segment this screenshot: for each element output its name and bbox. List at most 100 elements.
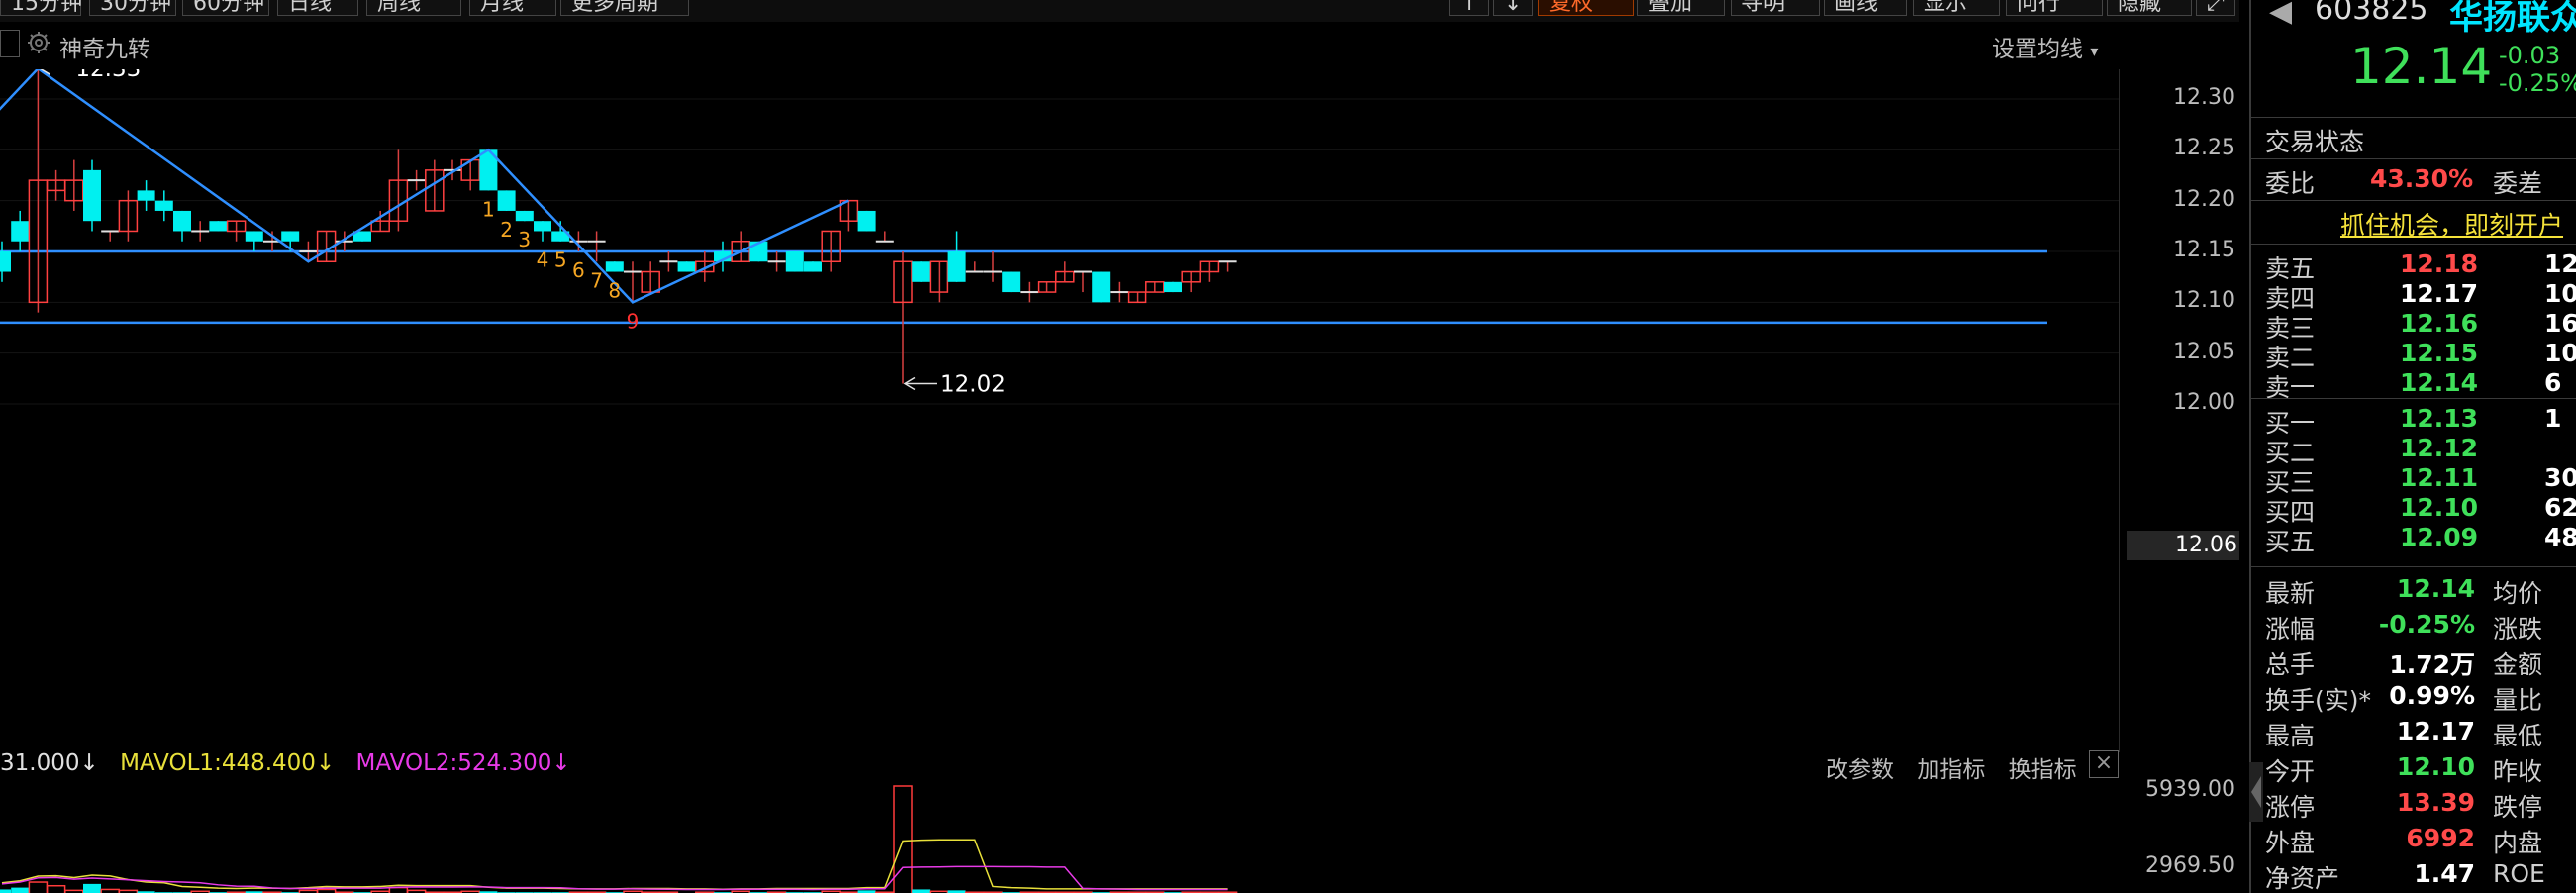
stat-label-secondary: 涨跌: [2493, 615, 2543, 644]
panel-collapse-handle[interactable]: [2249, 762, 2263, 822]
close-icon[interactable]: ×: [2089, 750, 2119, 778]
orderbook-price[interactable]: 12.11: [2400, 463, 2478, 492]
candle-down: [137, 190, 155, 201]
kline-chart[interactable]: 12 34 5 6 7 89 12.33 12.02: [0, 69, 2127, 752]
tab-daily[interactable]: 日线: [277, 0, 358, 16]
orderbook-price[interactable]: 12.13: [2400, 404, 2478, 433]
tab-overlay[interactable]: 叠加: [1637, 0, 1725, 16]
orderbook-price[interactable]: 12.09: [2400, 523, 2478, 551]
candle-doji: [767, 260, 786, 263]
orderbook-price[interactable]: 12.12: [2400, 434, 2478, 462]
ma-settings-label: 设置均线: [1992, 37, 2083, 62]
quote-stats: 最新 12.14 均价 涨幅 -0.25% 涨跌 总手 1.72万 金额 换手(实)* 0.99% 量…: [2251, 566, 2576, 893]
stat-label: 最高: [2265, 722, 2316, 750]
tab-wenxing[interactable]: 问行: [2006, 0, 2103, 16]
orderbook-divider: [2251, 398, 2576, 399]
tab-30min[interactable]: 30分钟: [89, 0, 176, 16]
stat-value: 12.17: [2396, 717, 2475, 745]
tab-display[interactable]: 显示: [1913, 0, 2000, 16]
orderbook-volume: 1: [2544, 404, 2562, 433]
tab-more-periods[interactable]: 更多周期: [560, 0, 689, 16]
back-arrow-icon[interactable]: ◀: [2269, 0, 2292, 29]
orderbook-price[interactable]: 12.14: [2400, 368, 2478, 397]
orderbook-price[interactable]: 12.15: [2400, 339, 2478, 367]
ma-settings-button[interactable]: 设置均线 ▾: [1992, 30, 2098, 63]
volume-bar-up: [893, 785, 913, 893]
mavol1-arrow-icon: ↓: [315, 750, 336, 776]
current-price-label: 12.06: [2175, 533, 2237, 557]
tab-15min[interactable]: 15分钟: [0, 0, 82, 16]
stat-value: 1.47: [2414, 859, 2475, 888]
indicator-bar: 神奇九转 设置均线 ▾: [0, 22, 2119, 67]
candle-doji: [984, 270, 1002, 273]
tab-monthly[interactable]: 月线: [469, 0, 556, 16]
gear-icon[interactable]: [26, 30, 51, 55]
volume-bar-down: [912, 889, 931, 893]
nine-turn-label: 7: [590, 268, 603, 292]
orderbook-volume: 48: [2544, 523, 2576, 551]
nine-turn-label: 6: [572, 258, 585, 282]
chevron-down-icon: ▾: [2090, 42, 2099, 60]
tab-fuquan[interactable]: 复权: [1538, 0, 1634, 16]
price-axis: 12.30 12.25 12.20 12.15 12.10 12.05 12.00: [2125, 0, 2237, 752]
volume-tick-mid: 2969.50: [2145, 853, 2235, 878]
candle-down: [534, 221, 551, 232]
candle-down: [947, 251, 966, 282]
orderbook-volume: 12: [2544, 249, 2576, 278]
prev-indicator-icon[interactable]: [0, 30, 20, 57]
candle-down: [281, 231, 300, 242]
price-tick: 12.05: [2173, 339, 2235, 364]
edit-params-button[interactable]: 改参数: [1826, 757, 1894, 783]
price-tick: 12.30: [2173, 85, 2235, 110]
stat-label: 涨停: [2265, 793, 2316, 822]
orderbook-price[interactable]: 12.10: [2400, 493, 2478, 522]
candlesticks: [0, 69, 1237, 384]
orderbook-price[interactable]: 12.18: [2400, 249, 2478, 278]
low-price-label: 12.02: [941, 371, 1006, 397]
trade-status-title: 交易状态: [2265, 128, 2365, 156]
switch-indicator-button[interactable]: 换指标: [2009, 757, 2077, 783]
stat-value: 12.10: [2396, 752, 2475, 781]
quote-panel: ◀ 603825 华扬联众 12.14 -0.03 -0.25% 交易状态 委比…: [2249, 0, 2576, 893]
nav-down-icon[interactable]: ↓: [1493, 0, 1533, 16]
orderbook-price[interactable]: 12.17: [2400, 279, 2478, 308]
candle-down: [605, 261, 624, 272]
orderbook-price[interactable]: 12.16: [2400, 309, 2478, 338]
candle-down: [173, 210, 191, 232]
nav-up-icon[interactable]: ↑: [1449, 0, 1489, 16]
stock-code: 603825: [2315, 0, 2428, 27]
candle-down: [0, 251, 11, 272]
orderbook-volume: 10: [2544, 339, 2576, 367]
candle-doji: [1110, 291, 1129, 294]
vol-value: 31.000: [0, 750, 80, 776]
volume-bar-down: [0, 889, 11, 893]
tab-xunming[interactable]: 寻明: [1731, 0, 1820, 16]
candle-doji: [624, 270, 642, 273]
nine-turn-label: 2: [500, 218, 513, 242]
candle-doji: [191, 230, 210, 233]
zigzag-trend-line: [0, 69, 849, 304]
candle-down: [1002, 271, 1021, 293]
stat-label: 总手: [2265, 650, 2316, 679]
stat-value: 6992: [2406, 824, 2475, 852]
indicator-name[interactable]: 神奇九转: [59, 30, 150, 63]
stat-label: 净资产: [2265, 864, 2340, 893]
orderbook-volume: 6: [2544, 368, 2562, 397]
nine-turn-label: 5: [554, 248, 567, 272]
volume-bar-up: [316, 888, 337, 893]
stat-label-secondary: 量比: [2493, 686, 2543, 715]
tab-60min[interactable]: 60分钟: [182, 0, 269, 16]
volume-bars: [0, 785, 1238, 893]
volume-chart[interactable]: [0, 782, 2127, 893]
tab-weekly[interactable]: 周线: [366, 0, 461, 16]
tab-draw-line[interactable]: 画线: [1824, 0, 1907, 16]
price-tick: 12.20: [2173, 186, 2235, 212]
add-indicator-button[interactable]: 加指标: [1917, 757, 1985, 783]
nine-turn-label: 4: [537, 248, 549, 272]
orderbook-volume: 10: [2544, 279, 2576, 308]
orderbook-volume: 62: [2544, 493, 2576, 522]
open-account-link[interactable]: 抓住机会，即刻开户: [2340, 206, 2563, 242]
stat-value: 1.72万: [2389, 650, 2475, 679]
stat-value: 12.14: [2396, 574, 2475, 603]
candle-down: [515, 210, 534, 222]
